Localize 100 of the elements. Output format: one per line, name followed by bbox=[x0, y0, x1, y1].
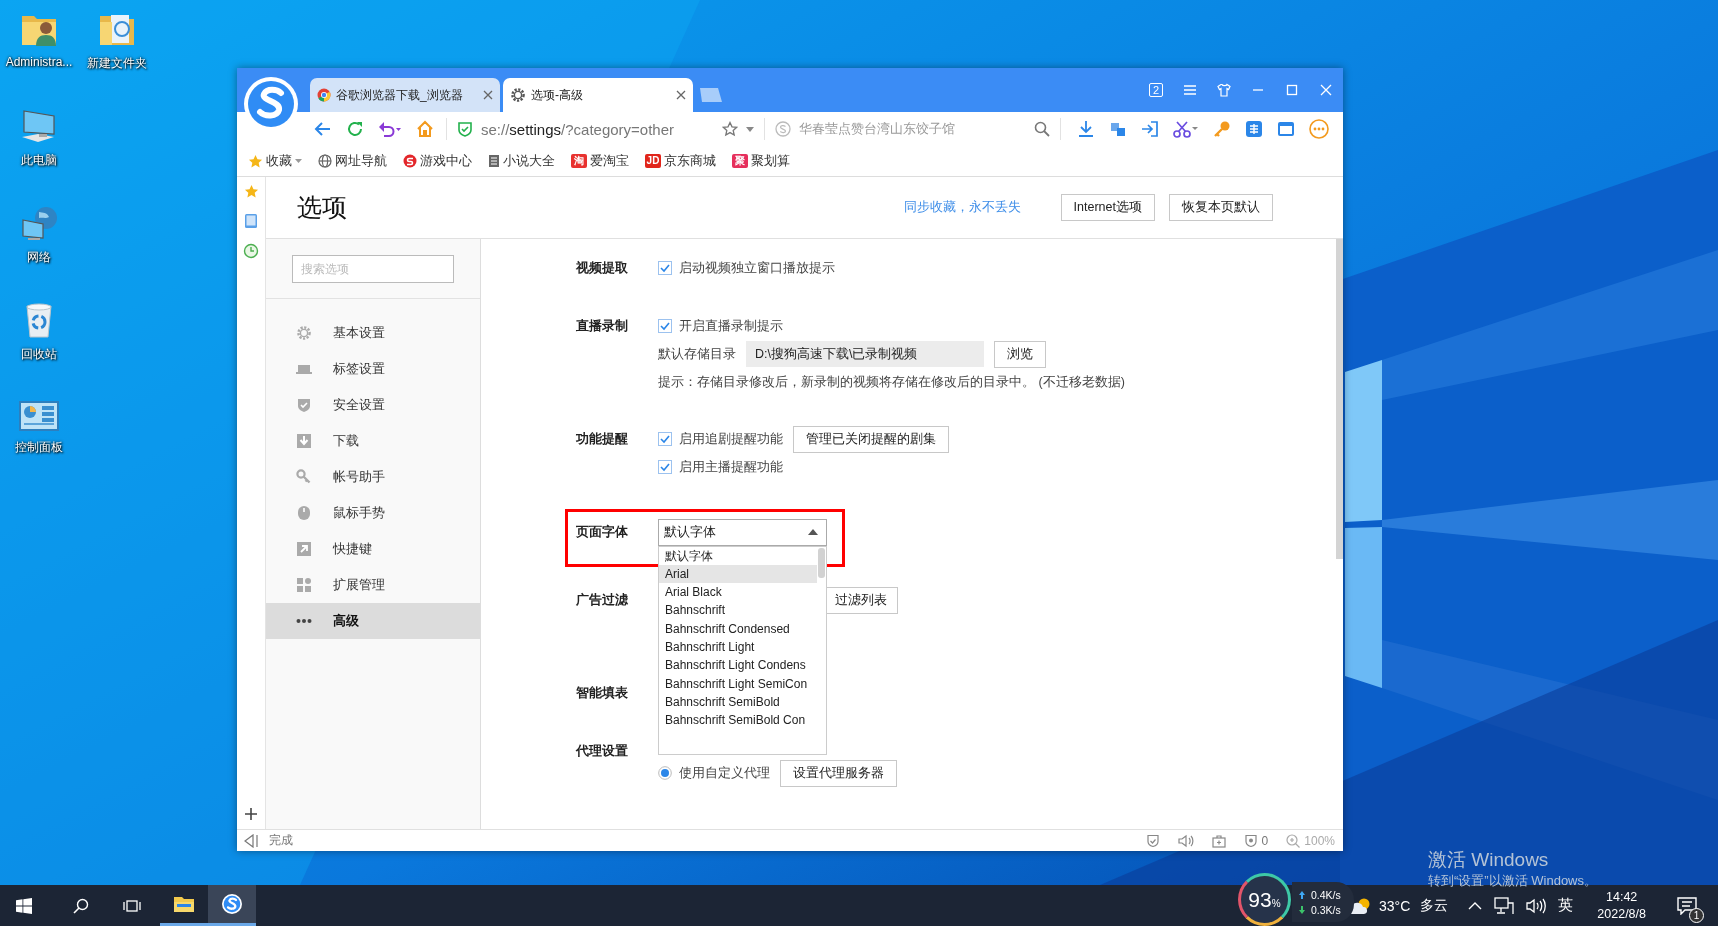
address-bar[interactable]: se://settings/?category=other bbox=[446, 118, 765, 140]
tab-title: 选项-高级 bbox=[531, 86, 584, 104]
sidebar-item[interactable]: 鼠标手势 bbox=[266, 495, 480, 531]
bookmark-link[interactable]: JD 京东商城 bbox=[645, 152, 716, 170]
header-button[interactable]: Internet选项 bbox=[1060, 194, 1155, 221]
window-icon[interactable] bbox=[1277, 120, 1295, 138]
action-button[interactable]: 设置代理服务器 bbox=[780, 759, 897, 787]
taskbar-app[interactable] bbox=[208, 885, 256, 926]
checkbox[interactable] bbox=[658, 432, 672, 446]
star-icon bbox=[722, 121, 739, 137]
path-field[interactable]: D:\搜狗高速下载\已录制视频 bbox=[746, 341, 984, 367]
bookmark-link[interactable]: 收藏 bbox=[248, 152, 302, 170]
setting-label: 页面字体 bbox=[576, 523, 629, 541]
close-icon[interactable] bbox=[676, 90, 686, 100]
bookmark-link[interactable]: 游戏中心 bbox=[403, 152, 472, 170]
scrollbar[interactable] bbox=[818, 547, 825, 578]
refresh-icon[interactable] bbox=[346, 120, 364, 138]
menu-icon[interactable] bbox=[1183, 83, 1197, 97]
speaker-icon[interactable] bbox=[1177, 833, 1194, 848]
tab-title: 谷歌浏览器下载_浏览器 bbox=[336, 86, 464, 104]
shield-icon[interactable] bbox=[1145, 833, 1160, 848]
tablet-icon[interactable] bbox=[243, 213, 259, 229]
sidebar-item[interactable]: 扩展管理 bbox=[266, 567, 480, 603]
dropdown-option[interactable]: Bahnschrift Light bbox=[659, 638, 817, 657]
browser-tab[interactable]: 谷歌浏览器下载_浏览器 bbox=[310, 78, 500, 112]
task-view-icon[interactable] bbox=[123, 897, 141, 914]
checkbox[interactable] bbox=[658, 261, 672, 275]
clock-icon[interactable] bbox=[243, 243, 259, 259]
network-icon[interactable] bbox=[1494, 896, 1515, 915]
clock-time: 14:42 bbox=[1606, 888, 1638, 906]
more-icon[interactable] bbox=[1309, 119, 1329, 139]
dropdown-option[interactable]: 默认字体 bbox=[659, 546, 817, 565]
checkbox-label: 启动视频独立窗口播放提示 bbox=[679, 259, 835, 277]
overlapping-squares-icon[interactable] bbox=[1109, 120, 1127, 138]
action-button[interactable]: 浏览 bbox=[994, 340, 1046, 368]
star-icon[interactable] bbox=[243, 184, 259, 199]
zoom-icon bbox=[1286, 833, 1301, 848]
input-method-indicator[interactable]: 英 bbox=[1558, 896, 1574, 915]
extensions-icon bbox=[295, 577, 313, 593]
sidebar-item[interactable]: 安全设置 bbox=[266, 387, 480, 423]
add-icon[interactable] bbox=[244, 807, 258, 821]
action-button[interactable]: 管理已关闭提醒的剧集 bbox=[793, 425, 949, 453]
dropdown-option[interactable]: Bahnschrift Condensed bbox=[659, 619, 817, 638]
search-field[interactable]: 搜索选项 bbox=[292, 255, 454, 283]
sign-in-icon[interactable] bbox=[1141, 120, 1159, 138]
sidebar-item[interactable]: 标签设置 bbox=[266, 351, 480, 387]
back-icon[interactable] bbox=[314, 121, 332, 137]
key-icon[interactable] bbox=[1213, 120, 1231, 138]
shirt-icon[interactable] bbox=[1217, 83, 1231, 97]
sidebar-item[interactable]: 下载 bbox=[266, 423, 480, 459]
sidebar-item[interactable]: 基本设置 bbox=[266, 315, 480, 351]
search-engine-icon bbox=[775, 121, 792, 137]
bookmark-link[interactable]: 聚 聚划算 bbox=[732, 152, 790, 170]
bookmark-link[interactable]: 淘 爱淘宝 bbox=[571, 152, 629, 170]
ad-block-counter[interactable]: 0 bbox=[1243, 833, 1269, 848]
sidebar-item[interactable]: 快捷键 bbox=[266, 531, 480, 567]
hint-text: 默认存储目录 bbox=[658, 345, 736, 363]
chevron-up-icon[interactable] bbox=[1468, 900, 1483, 911]
sync-link[interactable]: 同步收藏，永不丢失 bbox=[903, 199, 1021, 216]
shield-icon bbox=[1243, 833, 1258, 848]
notification-count: 1 bbox=[1689, 907, 1704, 923]
dropdown-option[interactable]: Bahnschrift Light SemiCon bbox=[659, 674, 817, 693]
ad-count: 0 bbox=[1261, 833, 1269, 848]
radio-button[interactable] bbox=[658, 766, 672, 780]
checkbox[interactable] bbox=[658, 460, 672, 474]
search-field[interactable]: 华春莹点赞台湾山东饺子馆 bbox=[764, 118, 1061, 140]
close-icon[interactable] bbox=[483, 90, 493, 100]
download-icon bbox=[295, 433, 313, 449]
toolbox-icon[interactable] bbox=[1211, 833, 1226, 848]
maximize-icon[interactable] bbox=[1285, 83, 1299, 97]
bookmark-label: 京东商城 bbox=[664, 152, 716, 170]
scissors-icon[interactable] bbox=[1173, 120, 1199, 138]
dropdown-option[interactable]: Bahnschrift SemiBold bbox=[659, 692, 817, 712]
bookmark-link[interactable]: 网址导航 bbox=[318, 152, 387, 170]
dropdown-option[interactable]: Bahnschrift SemiBold Con bbox=[659, 711, 817, 730]
new-tab-button[interactable] bbox=[698, 86, 724, 104]
collapse-sidebar-icon[interactable] bbox=[243, 833, 259, 848]
bookmark-label: 爱淘宝 bbox=[590, 152, 629, 170]
sidebar-item[interactable]: 帐号助手 bbox=[266, 459, 480, 495]
start-icon[interactable] bbox=[16, 897, 32, 914]
browser-tab[interactable]: 选项-高级 bbox=[503, 78, 693, 112]
scrollbar[interactable] bbox=[1336, 239, 1343, 559]
home-icon[interactable] bbox=[416, 120, 434, 138]
translate-icon[interactable] bbox=[1245, 120, 1263, 138]
bookmark-link[interactable]: 小说大全 bbox=[488, 152, 555, 170]
sidebar-item[interactable]: 高级 bbox=[266, 603, 480, 639]
setting-label: 视频提取 bbox=[576, 260, 629, 277]
taskbar-clock[interactable]: 14:42 2022/8/8 bbox=[1597, 888, 1646, 923]
control-panel-icon[interactable] bbox=[18, 398, 60, 434]
header-button[interactable]: 恢复本页默认 bbox=[1169, 194, 1273, 221]
search-icon[interactable] bbox=[73, 897, 89, 914]
download-icon[interactable] bbox=[1077, 120, 1095, 138]
bookmark-label: 游戏中心 bbox=[420, 152, 472, 170]
checkbox[interactable] bbox=[658, 319, 672, 333]
notification-button[interactable]: 1 bbox=[1670, 887, 1704, 924]
key-icon bbox=[295, 469, 313, 485]
dropdown-option[interactable]: Arial bbox=[659, 564, 817, 584]
volume-icon[interactable] bbox=[1526, 897, 1547, 914]
dropdown-option[interactable]: Bahnschrift Light Condens bbox=[659, 656, 817, 675]
undo-icon[interactable] bbox=[378, 121, 402, 137]
